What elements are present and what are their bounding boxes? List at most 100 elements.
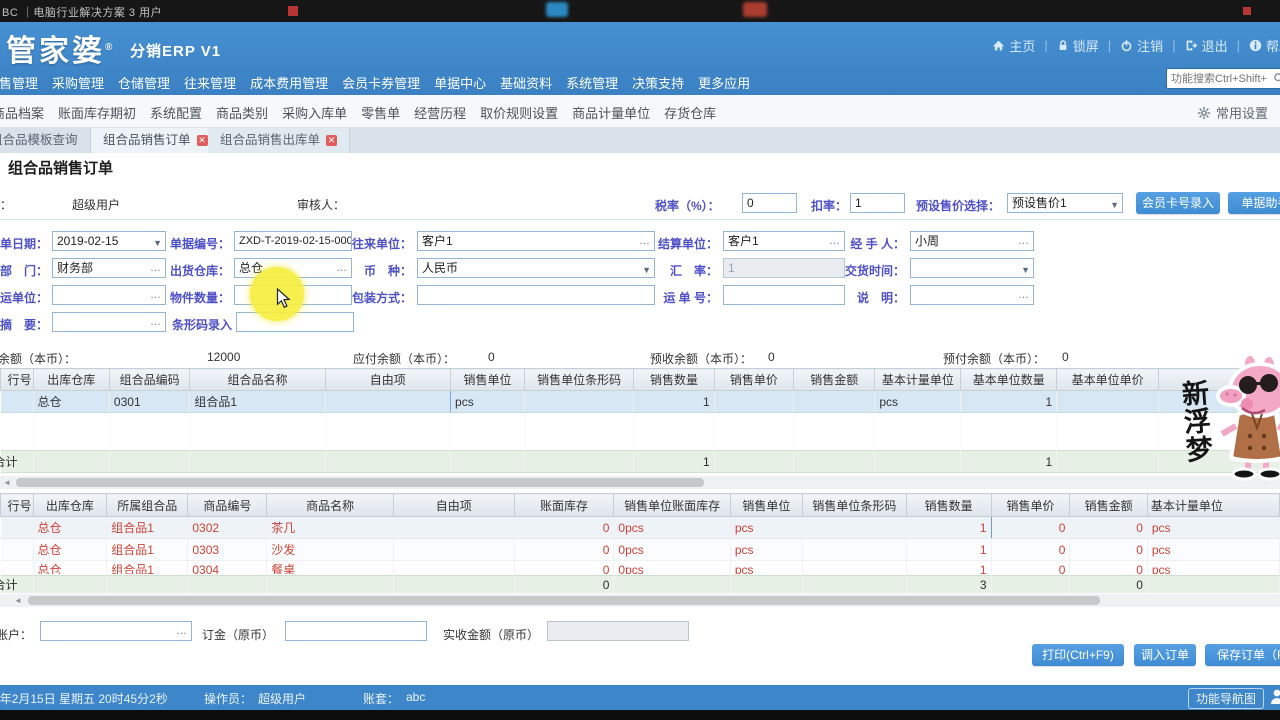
col-free-item[interactable]: 自由项	[393, 494, 514, 517]
component-table-scrollbar[interactable]: ◄	[0, 594, 1280, 607]
logout-link[interactable]: 注销	[1120, 36, 1163, 55]
col-base-price[interactable]: 基本单位单价	[1057, 369, 1159, 391]
col-out-warehouse[interactable]: 出库仓库	[33, 369, 109, 391]
col-row-no[interactable]: 行号	[1, 494, 34, 517]
col-combo-code[interactable]: 组合品编码	[109, 369, 189, 391]
free-item-edit-cell[interactable]	[325, 391, 450, 413]
scroll-left-icon[interactable]: ◄	[14, 596, 22, 605]
component-row-clipped[interactable]: 总仓 组合品1 0304 餐桌 0 0pcs pcs 1 0 0 pcs	[1, 561, 1280, 576]
quick-item-history[interactable]: 经营历程	[414, 103, 466, 122]
menu-doc-center[interactable]: 单据中心	[434, 71, 486, 94]
col-sale-amount[interactable]: 销售金额	[1070, 494, 1147, 517]
summary-input[interactable]: …	[52, 312, 166, 332]
preset-price-select[interactable]: 预设售价1▼	[1007, 193, 1123, 213]
function-nav-button[interactable]: 功能导航图	[1188, 688, 1264, 709]
col-unit-barcode[interactable]: 销售单位条形码	[525, 369, 634, 391]
ellipsis-picker-icon[interactable]: …	[1018, 286, 1030, 304]
quick-item-purchase-in[interactable]: 采购入库单	[282, 103, 347, 122]
col-base-unit[interactable]: 基本计量单位	[1147, 494, 1279, 517]
col-sale-qty[interactable]: 销售数量	[634, 369, 714, 391]
quick-item-system-config[interactable]: 系统配置	[150, 103, 202, 122]
barcode-entry-input[interactable]	[236, 312, 354, 332]
ellipsis-picker-icon[interactable]: …	[176, 622, 188, 640]
quick-item-goods-archive[interactable]: 商品档案	[0, 103, 44, 122]
menu-partner[interactable]: 往来管理	[184, 71, 236, 94]
lock-screen-link[interactable]: 锁屏	[1057, 36, 1099, 55]
tax-rate-input[interactable]: 0	[742, 193, 797, 213]
currency-label: 币 种：	[330, 262, 412, 279]
quick-item-stock-warehouse[interactable]: 存货仓库	[664, 103, 716, 122]
partner-input[interactable]: 客户1…	[417, 231, 655, 251]
packing-input[interactable]	[417, 285, 655, 305]
home-link[interactable]: 主页	[992, 36, 1035, 55]
tab-close-icon[interactable]: ✕	[326, 135, 337, 146]
col-unit-barcode[interactable]: 销售单位条形码	[803, 494, 907, 517]
tab-combo-sales-order[interactable]: 组合品销售订单 ✕	[90, 128, 221, 153]
assistant-icon[interactable]	[1268, 688, 1280, 706]
quick-item-pricing-rules[interactable]: 取价规则设置	[480, 103, 558, 122]
quick-item-book-stock-init[interactable]: 账面库存期初	[58, 103, 136, 122]
handler-input[interactable]: 小周…	[910, 231, 1034, 251]
col-book-stock[interactable]: 账面库存	[514, 494, 614, 517]
component-row[interactable]: 总仓 组合品1 0303 沙发 0 0pcs pcs 1 0 0 pcs	[1, 539, 1280, 561]
scrollbar-thumb[interactable]	[28, 596, 1100, 605]
help-link[interactable]: 帮助	[1249, 36, 1280, 55]
menu-more-apps[interactable]: 更多应用	[698, 71, 750, 94]
search-input[interactable]	[1167, 71, 1271, 88]
col-base-qty[interactable]: 基本单位数量	[961, 369, 1057, 391]
quick-item-retail[interactable]: 零售单	[361, 103, 400, 122]
menu-system[interactable]: 系统管理	[566, 71, 618, 94]
col-sale-price[interactable]: 销售单价	[991, 494, 1070, 517]
tab-combo-template-query[interactable]: 组合品模板查询	[0, 128, 90, 153]
common-settings[interactable]: 常用设置	[1197, 103, 1268, 122]
combo-table-scrollbar[interactable]: ◄	[0, 476, 1280, 489]
carrier-input[interactable]: …	[52, 285, 166, 305]
col-parent-combo[interactable]: 所属组合品	[107, 494, 188, 517]
scroll-left-icon[interactable]: ◄	[3, 478, 11, 487]
combo-row[interactable]: 总仓 0301 组合品1 pcs 1 pcs 1	[1, 391, 1280, 413]
currency-select[interactable]: 人民币▼	[417, 258, 655, 278]
selected-qty-cell[interactable]: 1	[906, 517, 991, 539]
col-goods-name[interactable]: 商品名称	[267, 494, 394, 517]
member-card-entry-button[interactable]: 会员卡号录入	[1136, 192, 1220, 214]
quick-item-goods-category[interactable]: 商品类别	[216, 103, 268, 122]
col-combo-name[interactable]: 组合品名称	[190, 369, 325, 391]
quick-item-units[interactable]: 商品计量单位	[572, 103, 650, 122]
account-input[interactable]: …	[40, 621, 192, 641]
col-sale-unit[interactable]: 销售单位	[451, 369, 525, 391]
col-sale-unit[interactable]: 销售单位	[730, 494, 802, 517]
col-base-unit[interactable]: 基本计量单位	[875, 369, 961, 391]
link-separator: |	[1237, 38, 1240, 53]
menu-cost[interactable]: 成本费用管理	[250, 71, 328, 94]
col-unit-book-stock[interactable]: 销售单位账面库存	[614, 494, 730, 517]
scrollbar-thumb[interactable]	[16, 478, 704, 487]
ellipsis-picker-icon[interactable]: …	[1018, 232, 1030, 250]
save-order-button[interactable]: 保存订单（F8）	[1205, 644, 1280, 666]
component-row[interactable]: 总仓 组合品1 0302 茶几 0 0pcs pcs 1 0 0 pcs	[1, 517, 1280, 539]
col-goods-code[interactable]: 商品编号	[188, 494, 267, 517]
load-order-button[interactable]: 调入订单	[1134, 644, 1196, 666]
menu-sales[interactable]: 销售管理	[0, 71, 38, 94]
col-sale-amount[interactable]: 销售金额	[794, 369, 875, 391]
col-free-item[interactable]: 自由项	[325, 369, 450, 391]
deposit-input[interactable]	[285, 621, 427, 641]
tab-combo-sales-outbound[interactable]: 组合品销售出库单 ✕	[208, 128, 350, 153]
menu-purchase[interactable]: 采购管理	[52, 71, 104, 94]
menu-warehouse[interactable]: 仓储管理	[118, 71, 170, 94]
exit-link[interactable]: 退出	[1185, 36, 1228, 55]
menu-member-card[interactable]: 会员卡券管理	[342, 71, 420, 94]
col-row-no[interactable]: 行号	[1, 369, 34, 391]
department-input[interactable]: 财务部…	[52, 258, 166, 278]
col-out-warehouse[interactable]: 出库仓库	[33, 494, 107, 517]
remark-input[interactable]: …	[910, 285, 1034, 305]
doc-assistant-button[interactable]: 单据助手 ▾	[1228, 192, 1280, 214]
col-sale-price[interactable]: 销售单价	[714, 369, 794, 391]
bill-date-select[interactable]: 2019-02-15▼	[52, 231, 166, 251]
discount-rate-input[interactable]: 1	[850, 193, 905, 213]
tab-close-icon[interactable]: ✕	[197, 135, 208, 146]
menu-base-data[interactable]: 基础资料	[500, 71, 552, 94]
delivery-time-select[interactable]: ▼	[910, 258, 1034, 278]
menu-decision[interactable]: 决策支持	[632, 71, 684, 94]
col-sale-qty[interactable]: 销售数量	[906, 494, 991, 517]
print-button[interactable]: 打印(Ctrl+F9)	[1032, 644, 1124, 666]
